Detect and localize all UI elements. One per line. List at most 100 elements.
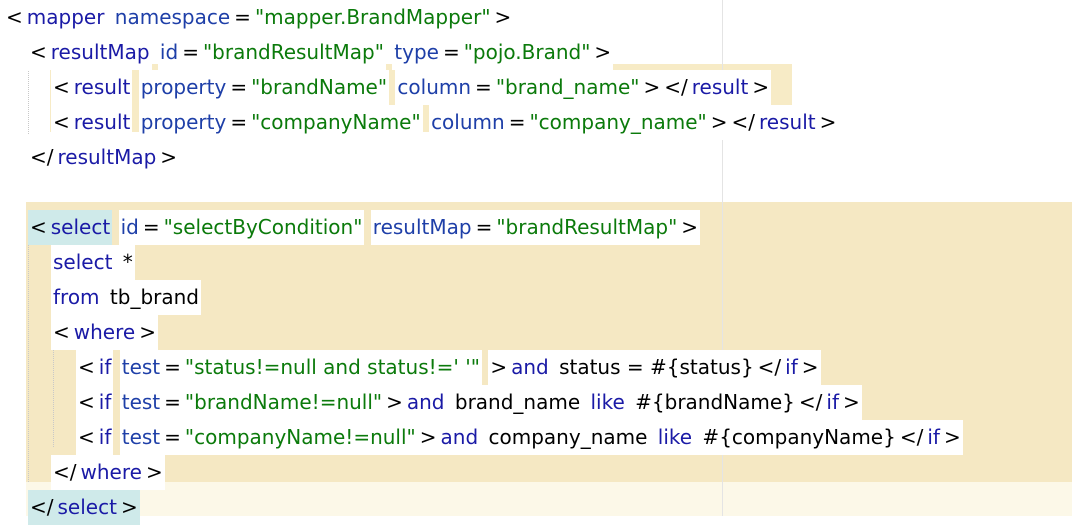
code-token: and: [404, 385, 447, 420]
code-token: =: [232, 0, 253, 35]
code-token: like: [655, 420, 695, 455]
code-line[interactable]: from tb_brand: [51, 280, 201, 315]
code-token: test: [119, 420, 163, 455]
code-token: resultMap: [370, 210, 474, 245]
code-token: >: [708, 105, 730, 140]
code-token: </: [28, 140, 56, 175]
code-token: <: [4, 0, 25, 35]
code-token: brand_name: [446, 385, 589, 420]
code-token: <: [76, 385, 97, 420]
code-token: =: [440, 35, 462, 70]
code-token: if: [96, 385, 114, 420]
code-token: tb_brand: [101, 280, 201, 315]
code-token: where: [71, 315, 138, 350]
code-token: like: [588, 385, 627, 420]
code-token: <: [76, 420, 97, 455]
code-line[interactable]: </resultMap >: [28, 140, 180, 175]
code-token: "brandResultMap": [494, 210, 680, 245]
code-token: "companyName!=null": [182, 420, 418, 455]
code-token: </: [755, 350, 784, 385]
code-token: select: [48, 210, 113, 245]
code-line[interactable]: < if test = "brandName!=null" > and brand_nam…: [76, 385, 862, 420]
code-token: resultMap: [48, 35, 152, 70]
select-tail-highlight: [26, 482, 1072, 516]
code-line[interactable]: </select >: [28, 490, 140, 525]
code-token: </: [897, 420, 926, 455]
code-token: #{brandName}: [626, 385, 797, 420]
code-token: column: [395, 70, 474, 105]
code-line[interactable]: </where >: [51, 455, 165, 490]
code-token: "company_name": [527, 105, 709, 140]
code-token: </: [51, 455, 79, 490]
code-line[interactable]: < mapper namespace = "mapper.BrandMapper" >: [4, 0, 514, 35]
code-token: =: [140, 210, 162, 245]
code-token: =: [162, 350, 183, 385]
code-line[interactable]: < result property = "companyName" column = "c…: [51, 105, 839, 140]
code-editor[interactable]: < mapper namespace = "mapper.BrandMapper" > <…: [0, 0, 1072, 525]
indent-guide: [28, 64, 29, 134]
code-token: =: [473, 210, 495, 245]
code-token: </: [28, 490, 56, 525]
code-token: >: [384, 385, 405, 420]
code-token: =: [506, 105, 528, 140]
code-token: column: [429, 105, 507, 140]
code-token: >: [750, 70, 772, 105]
code-token: <: [76, 350, 97, 385]
code-token: <: [51, 105, 72, 140]
code-token: <: [28, 210, 49, 245]
code-token: "selectByCondition": [161, 210, 365, 245]
code-token: >: [143, 455, 165, 490]
code-token: >: [158, 140, 180, 175]
code-token: where: [78, 455, 144, 490]
code-token: >: [679, 210, 701, 245]
code-token: if: [925, 420, 942, 455]
code-line[interactable]: < where >: [51, 315, 158, 350]
code-token: id: [157, 35, 181, 70]
code-token: "brandName!=null": [182, 385, 385, 420]
code-line[interactable]: < if test = "companyName!=null" > and company…: [76, 420, 963, 455]
code-token: namespace: [112, 0, 233, 35]
code-token: status = #{status}: [550, 350, 756, 385]
code-token: "brandName": [249, 70, 390, 105]
code-line[interactable]: < result property = "brandName" column = "bra…: [51, 70, 772, 105]
code-token: <: [51, 70, 72, 105]
code-token: from: [51, 280, 102, 315]
code-token: resultMap: [55, 140, 159, 175]
code-token: >: [488, 350, 510, 385]
indent-guide: [53, 342, 54, 447]
code-token: test: [119, 350, 163, 385]
code-token: company_name: [480, 420, 656, 455]
code-token: =: [180, 35, 201, 70]
code-token: result: [757, 105, 818, 140]
code-token: select: [55, 490, 119, 525]
code-token: result: [71, 70, 133, 105]
code-line[interactable]: < resultMap id = "brandResultMap" type = "poj…: [28, 35, 614, 70]
code-token: if: [783, 350, 800, 385]
code-token: if: [96, 420, 114, 455]
code-token: property: [138, 70, 229, 105]
code-token: >: [799, 350, 821, 385]
code-token: id: [118, 210, 141, 245]
code-token: >: [941, 420, 963, 455]
code-token: >: [417, 420, 439, 455]
code-token: and: [438, 420, 481, 455]
code-token: =: [228, 105, 250, 140]
code-token: result: [71, 105, 133, 140]
code-token: >: [641, 70, 663, 105]
code-line[interactable]: < select id = "selectByCondition" resultMap…: [28, 210, 701, 245]
code-token: >: [841, 385, 862, 420]
code-token: and: [509, 350, 551, 385]
code-line[interactable]: select *: [51, 245, 135, 280]
code-token: if: [96, 350, 114, 385]
code-token: "brandResultMap": [200, 35, 386, 70]
code-token: >: [492, 0, 514, 35]
code-token: "companyName": [249, 105, 423, 140]
indent-guide: [28, 237, 29, 482]
code-token: <: [28, 35, 49, 70]
code-token: type: [392, 35, 441, 70]
code-token: "pojo.Brand": [461, 35, 593, 70]
code-line[interactable]: < if test = "status!=null and status!=' '" …: [76, 350, 821, 385]
code-token: "status!=null and status!=' '": [182, 350, 482, 385]
code-token: >: [592, 35, 614, 70]
code-token: "mapper.BrandMapper": [252, 0, 493, 35]
